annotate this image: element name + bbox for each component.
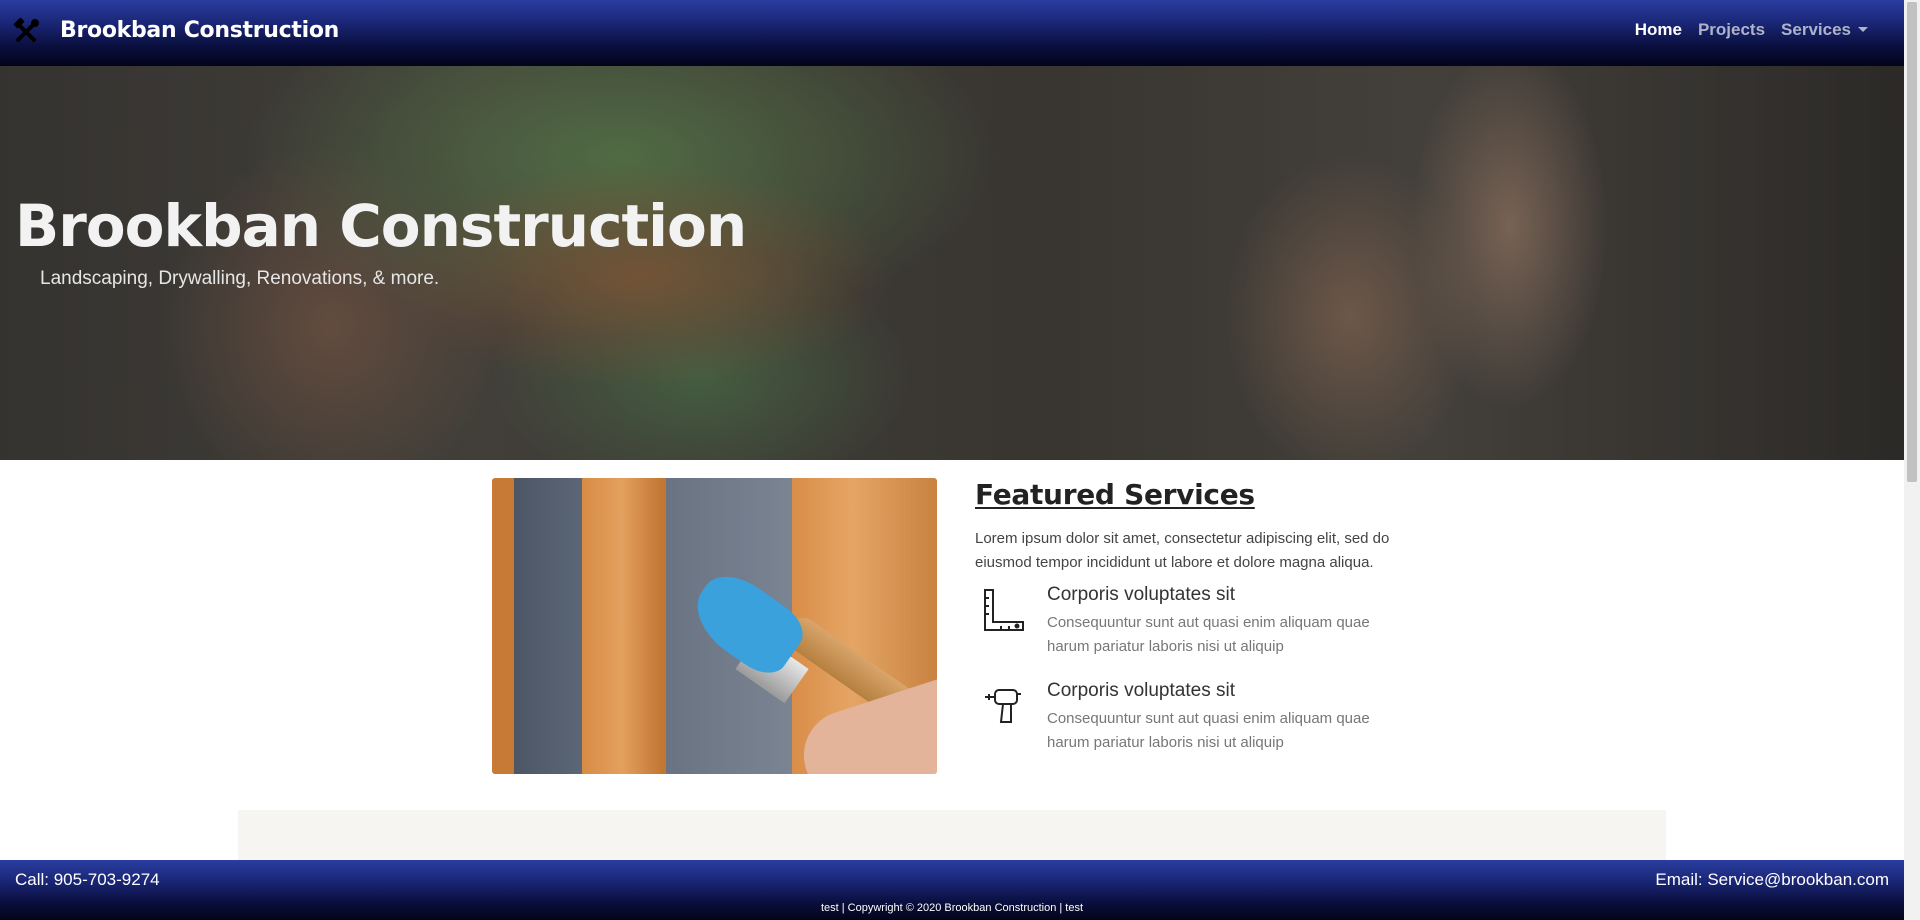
featured-services-intro: Lorem ipsum dolor sit amet, consectetur …: [975, 530, 1390, 571]
service-item-text: Consequuntur sunt aut quasi enim aliquam…: [1047, 614, 1370, 655]
hero-title: Brookban Construction: [15, 192, 747, 260]
content-band: [238, 810, 1666, 860]
paint-brush-fence-image: [492, 478, 937, 774]
footer: Call: 905-703-9274 Email: Service@brookb…: [0, 860, 1904, 920]
footer-email[interactable]: Email: Service@brookban.com: [1655, 870, 1889, 890]
footer-copyright: test | Copywright © 2020 Brookban Constr…: [820, 902, 1084, 914]
chevron-down-icon: [1858, 27, 1868, 32]
service-item-heading: Corporis voluptates sit: [1047, 584, 1235, 605]
brand-link[interactable]: Brookban Construction: [60, 18, 339, 43]
featured-services-section: Featured Services Lorem ipsum dolor sit …: [975, 478, 1415, 751]
service-item: Corporis voluptates sit Consequuntur sun…: [975, 680, 1415, 760]
scrollbar-thumb[interactable]: [1907, 2, 1917, 482]
page-scrollbar[interactable]: [1904, 0, 1920, 920]
hero-banner: Brookban Construction Landscaping, Drywa…: [0, 66, 1904, 460]
nav-link-services[interactable]: Services: [1773, 20, 1876, 40]
footer-phone[interactable]: Call: 905-703-9274: [15, 870, 160, 890]
drill-icon: [981, 684, 1025, 728]
hero-subtitle: Landscaping, Drywalling, Renovations, & …: [40, 268, 440, 289]
featured-services-title: Featured Services: [975, 478, 1255, 511]
nav-link-services-label: Services: [1781, 20, 1851, 39]
service-item: Corporis voluptates sit Consequuntur sun…: [975, 584, 1415, 664]
top-navbar: Brookban Construction Home Projects Serv…: [0, 0, 1904, 66]
nav-link-home[interactable]: Home: [1627, 20, 1690, 40]
service-item-heading: Corporis voluptates sit: [1047, 680, 1235, 701]
hammer-wrench-icon[interactable]: [12, 17, 40, 46]
ruler-square-icon: [981, 588, 1025, 632]
nav-links: Home Projects Services: [1627, 20, 1876, 40]
nav-link-projects[interactable]: Projects: [1690, 20, 1773, 40]
service-item-text: Consequuntur sunt aut quasi enim aliquam…: [1047, 710, 1370, 751]
